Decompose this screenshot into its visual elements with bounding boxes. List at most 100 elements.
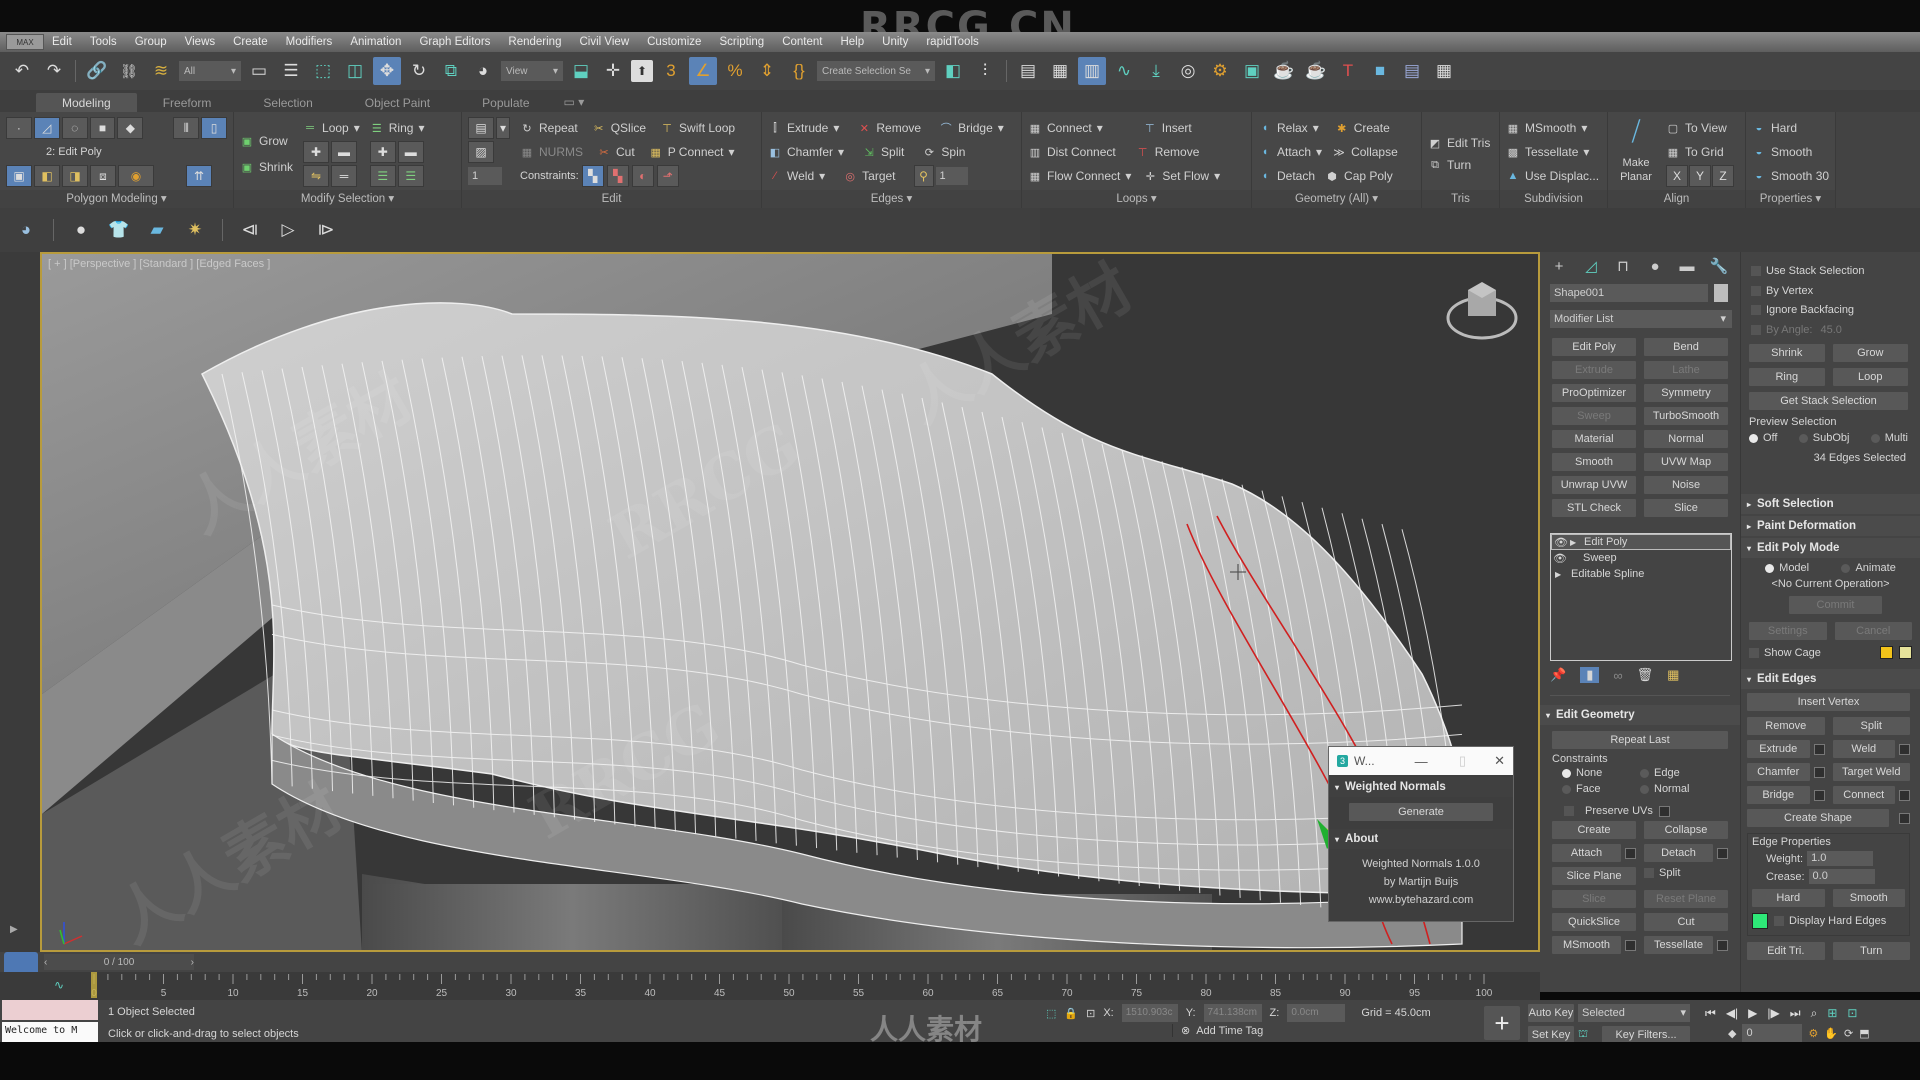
loop-mode-icon[interactable]: ⇋ — [303, 165, 330, 187]
make-unique-icon[interactable]: ∞ — [1613, 668, 1622, 683]
weld-settings-icon[interactable] — [1899, 743, 1910, 755]
insert-vertex-button[interactable]: Insert Vertex — [1747, 693, 1910, 711]
dot-ring-icon[interactable]: ☰ — [397, 165, 424, 187]
cloth-icon[interactable]: 👕 — [105, 216, 133, 244]
hard-button[interactable]: Hard — [1752, 889, 1825, 907]
prev-frame-icon[interactable]: ‹ — [44, 957, 47, 968]
menu-group[interactable]: Group — [135, 36, 167, 48]
attach-button[interactable]: Attach — [1552, 844, 1621, 862]
create-shape-button[interactable]: Create Shape — [1747, 809, 1889, 827]
turn-button[interactable]: Turn — [1832, 942, 1910, 960]
cage-color-swatch[interactable] — [1880, 646, 1893, 659]
modify-mode-icon[interactable]: ▣ — [6, 165, 32, 187]
modifier-button[interactable]: Unwrap UVW — [1552, 476, 1636, 494]
loop-button[interactable]: Loop — [1832, 368, 1908, 386]
ignore-backfacing-checkbox[interactable]: Ignore Backfacing — [1751, 301, 1910, 321]
undo-icon[interactable]: ↶ — [8, 57, 36, 85]
about-website[interactable]: www.bytehazard.com — [1329, 891, 1513, 909]
constraint-face-icon[interactable]: ◐ — [631, 165, 654, 187]
chamfer-button[interactable]: Chamfer — [1747, 763, 1810, 781]
modifier-button[interactable]: TurboSmooth — [1644, 407, 1728, 425]
to-grid-button[interactable]: ▦ To Grid — [1666, 140, 1734, 164]
tab-object-paint[interactable]: Object Paint — [339, 93, 456, 112]
align-x-button[interactable]: X — [1666, 165, 1688, 187]
msmooth-settings-icon[interactable] — [1625, 939, 1636, 951]
keyboard-shortcut-icon[interactable]: ⬆ — [631, 60, 653, 82]
remove-button[interactable]: ✕ Remove — [857, 121, 921, 135]
create-shape-settings-icon[interactable] — [1899, 812, 1910, 824]
panel-title[interactable]: Polygon Modeling ▾ — [0, 190, 233, 208]
constraint-edge-icon[interactable]: ▚ — [606, 165, 629, 187]
by-angle-checkbox[interactable]: By Angle: 45.0 — [1751, 321, 1910, 341]
menu-views[interactable]: Views — [185, 36, 215, 48]
chamfer-settings-icon[interactable] — [1813, 766, 1825, 778]
remove-modifier-icon[interactable]: 🗑 — [1637, 667, 1654, 683]
modifier-button[interactable]: STL Check — [1552, 499, 1636, 517]
element-mode-icon[interactable]: ◆ — [117, 117, 144, 139]
menu-rapidtools[interactable]: rapidTools — [926, 36, 978, 48]
loop-button[interactable]: ═ Loop ▾ — [303, 116, 360, 140]
play-icon[interactable]: ▶ — [1748, 1006, 1757, 1021]
qslice-button[interactable]: ✂ QSlice — [592, 121, 646, 135]
panel-title[interactable]: Modify Selection ▾ — [234, 190, 461, 208]
current-frame-field[interactable]: 0 — [1742, 1024, 1803, 1042]
set-flow-button[interactable]: ✛ Set Flow ▾ — [1143, 169, 1220, 183]
remove-loop-button[interactable]: ⊤ Remove — [1136, 145, 1199, 159]
constraint-normal-radio[interactable]: Normal — [1640, 783, 1718, 795]
panel-title[interactable]: Tris — [1422, 190, 1499, 208]
cube-icon[interactable]: ■ — [1366, 57, 1394, 85]
selection-filter-dropdown[interactable]: All ▾ — [179, 61, 241, 81]
panel-title[interactable]: Edges ▾ — [762, 190, 1021, 208]
detach-button[interactable]: ◖ Detach — [1258, 169, 1315, 183]
snap-3d-icon[interactable]: 3 — [657, 57, 685, 85]
select-by-name-icon[interactable]: ☰ — [277, 57, 305, 85]
select-scale-icon[interactable]: ⧉ — [437, 57, 465, 85]
script-next-icon[interactable]: ⧐ — [312, 216, 340, 244]
x-coordinate-field[interactable]: 1510.903c — [1121, 1004, 1178, 1022]
paint-deformation-rollout[interactable]: ▸ Paint Deformation — [1741, 516, 1920, 536]
panel-title[interactable]: Geometry (All) ▾ — [1252, 190, 1421, 208]
modifier-button[interactable]: Normal — [1644, 430, 1728, 448]
swift-loop-button[interactable]: ⊤ Swift Loop — [660, 121, 735, 135]
constraint-none-radio[interactable]: None — [1562, 767, 1640, 779]
dropdown-icon[interactable]: ▾ — [496, 117, 510, 139]
curve-editor-icon[interactable]: ∿ — [1110, 57, 1138, 85]
connect-settings-icon[interactable] — [1899, 789, 1910, 801]
expand-icon[interactable]: ▶ — [10, 924, 18, 935]
spin-button[interactable]: ⟳ Spin — [922, 145, 966, 159]
shrink-button[interactable]: ▣ Shrink — [240, 154, 293, 180]
modifier-button[interactable]: Slice — [1644, 499, 1728, 517]
create-button[interactable]: ✱ Create — [1335, 121, 1390, 135]
previous-key-icon[interactable]: ◀| — [1726, 1006, 1738, 1021]
repeat-button[interactable]: ↻ Repeat — [520, 121, 577, 135]
shrink-loop-icon[interactable]: ▬ — [331, 141, 358, 163]
modifier-button[interactable]: Symmetry — [1644, 384, 1728, 402]
modifier-list-dropdown[interactable]: Modifier List ▾ — [1550, 310, 1732, 328]
time-config-icon[interactable]: ⚙ — [1808, 1027, 1818, 1040]
menu-graph-editors[interactable]: Graph Editors — [419, 36, 490, 48]
cap-poly-button[interactable]: ⬢ Cap Poly — [1325, 169, 1393, 183]
constraint-face-radio[interactable]: Face — [1562, 783, 1640, 795]
named-selection-dropdown[interactable]: Create Selection Se ▾ — [817, 61, 935, 81]
tab-freeform[interactable]: Freeform — [137, 93, 238, 112]
go-to-start-icon[interactable]: ⏮ — [1705, 1006, 1716, 1021]
selection-lock-icon[interactable]: 🔒 — [1064, 1007, 1078, 1020]
next-modifier-icon[interactable]: ◨ — [62, 165, 88, 187]
menu-edit[interactable]: Edit — [52, 36, 72, 48]
render-icon[interactable]: ☕ — [1270, 57, 1298, 85]
object-name-field[interactable]: Shape001 — [1550, 284, 1708, 302]
soft-selection-rollout[interactable]: ▸ Soft Selection — [1741, 494, 1920, 514]
viewport-label[interactable]: [ + ] [Perspective ] [Standard ] [Edged … — [48, 258, 270, 270]
menu-civil-view[interactable]: Civil View — [579, 36, 629, 48]
split-button[interactable]: Split — [1832, 717, 1910, 735]
bridge-settings-icon[interactable] — [1813, 789, 1825, 801]
isolate-selection-icon[interactable]: ⬚ — [1046, 1007, 1056, 1020]
ribbon-options-icon[interactable]: ▭ ▾ — [556, 92, 593, 112]
extrude-settings-icon[interactable] — [1813, 743, 1825, 755]
render-iterative-icon[interactable]: ☕ — [1302, 57, 1330, 85]
border-mode-icon[interactable]: ◌ — [61, 117, 88, 139]
texture-tool-icon[interactable]: T — [1334, 57, 1362, 85]
go-to-end-icon[interactable]: ⏭ — [1790, 1006, 1801, 1021]
attach-button[interactable]: ◖ Attach ▾ — [1258, 145, 1322, 159]
split-checkbox[interactable]: Split — [1644, 867, 1728, 885]
